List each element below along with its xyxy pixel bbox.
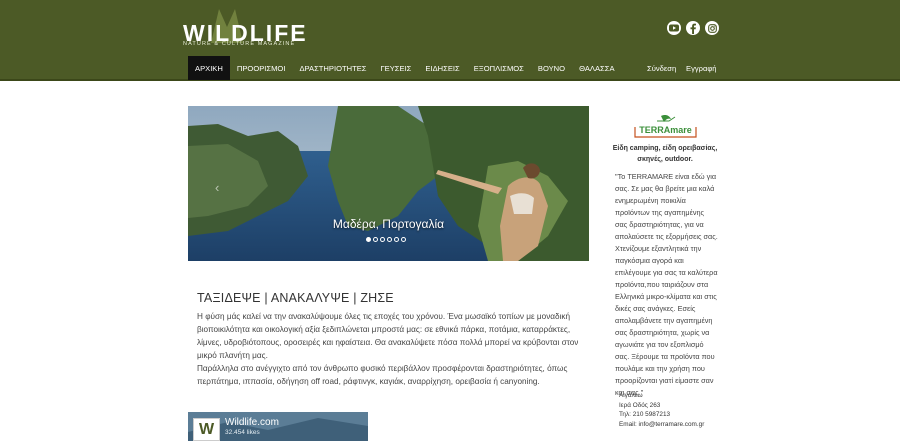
logo-tagline: NATURE & CULTURE MAGAZINE [183, 41, 296, 47]
site-logo[interactable]: WILDLIFE NATURE & CULTURE MAGAZINE [183, 5, 306, 49]
terramare-logo-text: TERRAmare [639, 125, 692, 135]
slider-dot[interactable] [380, 237, 385, 242]
terramare-logo[interactable]: TERRAmare [633, 113, 698, 139]
contact-city: Αιγάλεω [619, 392, 643, 399]
nav-item-sea[interactable]: ΘΑΛΑΣΣΑ [572, 56, 621, 80]
slider-prev-arrow-icon[interactable]: ‹ [215, 180, 219, 195]
slider-dot[interactable] [394, 237, 399, 242]
facebook-icon[interactable] [686, 21, 700, 35]
sidebar-subtitle: Είδη camping, είδη ορειβασίας, σκηνές, o… [612, 145, 718, 163]
sidebar-contact: Αιγάλεω Ιερά Οδός 263 Τηλ: 210 5987213 E… [619, 391, 704, 429]
instagram-icon[interactable] [705, 21, 719, 35]
contact-email[interactable]: Email: info@terramare.com.gr [619, 420, 704, 430]
nav-item-equipment[interactable]: ΕΞΟΠΛΙΣΜΟΣ [467, 56, 531, 80]
nav-item-home[interactable]: ΑΡΧΙΚΗ [188, 56, 230, 80]
facebook-page-likes: 32.454 likes [225, 429, 260, 436]
nav-item-news[interactable]: ΕΙΔΗΣΕΙΣ [418, 56, 466, 80]
register-link[interactable]: Εγγραφή [686, 56, 717, 80]
nav-item-mountain[interactable]: ΒΟΥΝΟ [531, 56, 572, 80]
slider-dot[interactable] [366, 237, 371, 242]
nav-item-activities[interactable]: ΔΡΑΣΤΗΡΙΟΤΗΤΕΣ [292, 56, 373, 80]
nav-item-destinations[interactable]: ΠΡΟΟΡΙΣΜΟΙ [230, 56, 293, 80]
login-link[interactable]: Σύνδεση [647, 56, 676, 80]
intro-paragraph-1: Η φύση μάς καλεί να την ανακαλύψουμε όλε… [197, 312, 579, 360]
facebook-page-avatar: W [193, 418, 220, 441]
contact-phone: Τηλ: 210 5987213 [619, 411, 671, 418]
slide-caption: Μαδέρα, Πορτογαλία [332, 217, 445, 231]
slider-dot[interactable] [373, 237, 378, 242]
contact-address: Ιερά Οδός 263 [619, 401, 661, 409]
youtube-icon[interactable] [667, 21, 681, 35]
facebook-page-name[interactable]: Wildlife.com [225, 417, 279, 428]
nav-item-tastes[interactable]: ΓΕΥΣΕΙΣ [374, 56, 419, 80]
main-nav: ΑΡΧΙΚΗ ΠΡΟΟΡΙΣΜΟΙ ΔΡΑΣΤΗΡΙΟΤΗΤΕΣ ΓΕΥΣΕΙΣ… [188, 56, 622, 80]
slider-dots [366, 237, 406, 242]
intro-text: Η φύση μάς καλεί να την ανακαλύψουμε όλε… [197, 310, 582, 388]
intro-paragraph-2: Παράλληλα στο ανέγγιχτο από τον άνθρωπο … [197, 364, 568, 386]
sidebar-description: "Το TERRAMARE είναι εδώ για σας. Σε μας … [615, 172, 718, 397]
slider-dot[interactable] [401, 237, 406, 242]
page-title: ΤΑΞΙΔΕΨΕ | ΑΝΑΚΑΛΥΨΕ | ΖΗΣΕ [197, 291, 394, 305]
slider-dot[interactable] [387, 237, 392, 242]
